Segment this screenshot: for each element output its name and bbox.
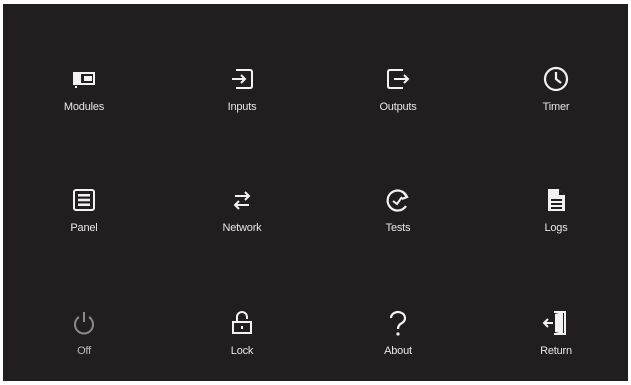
- menu-item-panel[interactable]: Panel: [29, 183, 139, 253]
- menu-item-label: Modules: [63, 101, 105, 113]
- refresh-check-icon: [381, 183, 415, 217]
- menu-item-label: Logs: [544, 222, 568, 234]
- menu-item-label: Inputs: [227, 101, 257, 113]
- lock-icon: [225, 306, 259, 340]
- menu-item-lock[interactable]: Lock: [187, 306, 297, 376]
- menu-item-timer[interactable]: Timer: [501, 62, 611, 132]
- menu-item-return[interactable]: Return: [501, 306, 611, 376]
- menu-item-inputs[interactable]: Inputs: [187, 62, 297, 132]
- menu-item-label: Panel: [70, 222, 98, 234]
- panel-list-icon: [67, 183, 101, 217]
- menu-item-tests[interactable]: Tests: [343, 183, 453, 253]
- exit-door-icon: [539, 306, 573, 340]
- output-arrow-icon: [381, 62, 415, 96]
- menu-item-outputs[interactable]: Outputs: [343, 62, 453, 132]
- input-arrow-icon: [225, 62, 259, 96]
- question-icon: [381, 306, 415, 340]
- menu-grid: Modules Inputs Outputs Timer Panel Netwo…: [3, 4, 628, 381]
- menu-item-label: Return: [540, 345, 572, 357]
- menu-item-modules[interactable]: Modules: [29, 62, 139, 132]
- menu-item-label: Lock: [230, 345, 254, 357]
- menu-item-logs[interactable]: Logs: [501, 183, 611, 253]
- menu-item-network[interactable]: Network: [187, 183, 297, 253]
- module-card-icon: [67, 62, 101, 96]
- menu-item-label: Timer: [542, 101, 570, 113]
- menu-item-label: Off: [77, 345, 91, 357]
- menu-item-label: Outputs: [379, 101, 417, 113]
- menu-item-about[interactable]: About: [343, 306, 453, 376]
- menu-item-label: Tests: [385, 222, 411, 234]
- clock-icon: [539, 62, 573, 96]
- menu-item-label: About: [384, 345, 412, 357]
- document-icon: [539, 183, 573, 217]
- main-menu-screen: Modules Inputs Outputs Timer Panel Netwo…: [3, 4, 628, 381]
- power-icon: [67, 306, 101, 340]
- menu-item-label: Network: [222, 222, 262, 234]
- exchange-arrows-icon: [225, 183, 259, 217]
- menu-item-off[interactable]: Off: [29, 306, 139, 376]
